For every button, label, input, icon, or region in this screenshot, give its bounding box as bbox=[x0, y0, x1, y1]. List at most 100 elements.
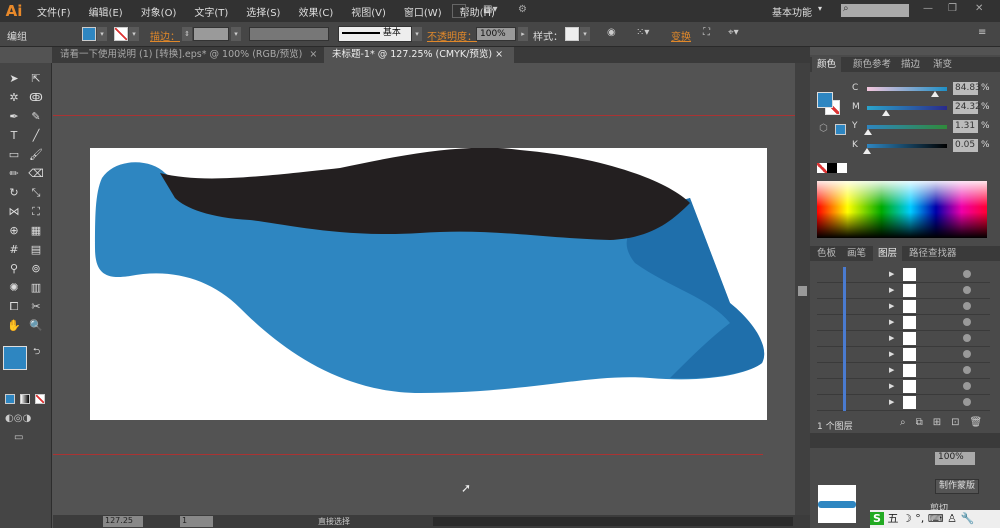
expand-arrow-icon[interactable]: ▶ bbox=[889, 398, 894, 406]
tab-swatches[interactable]: 色板 bbox=[812, 246, 841, 261]
target-icon[interactable] bbox=[963, 286, 971, 294]
stroke-weight-stepper[interactable]: ⇕ bbox=[182, 27, 192, 41]
slider-thumb[interactable] bbox=[863, 148, 872, 154]
target-icon[interactable] bbox=[963, 350, 971, 358]
tab-color[interactable]: 颜色 bbox=[812, 57, 842, 72]
opacity-dropdown[interactable]: ▸ bbox=[518, 27, 528, 41]
hand-tool-icon[interactable]: ✋ bbox=[6, 318, 22, 334]
pen-tool-icon[interactable]: ✒ bbox=[6, 109, 22, 125]
slider-value-input[interactable]: 1.31 bbox=[953, 120, 978, 133]
color-mode-icon[interactable] bbox=[5, 394, 15, 404]
expand-arrow-icon[interactable]: ▶ bbox=[889, 318, 894, 326]
artboard[interactable] bbox=[90, 147, 767, 420]
bridge-icon[interactable] bbox=[452, 4, 466, 18]
target-icon[interactable] bbox=[963, 334, 971, 342]
target-icon[interactable] bbox=[963, 398, 971, 406]
slice-tool-icon[interactable]: ✂ bbox=[28, 299, 44, 315]
expand-arrow-icon[interactable]: ▶ bbox=[889, 366, 894, 374]
target-icon[interactable] bbox=[963, 366, 971, 374]
gradient-tool-icon[interactable]: ▤ bbox=[28, 242, 44, 258]
white-swatch[interactable] bbox=[837, 163, 847, 173]
tab-brushes[interactable]: 画笔 bbox=[842, 246, 871, 261]
expand-arrow-icon[interactable]: ▶ bbox=[889, 382, 894, 390]
menu-effect[interactable]: 效果(C) bbox=[289, 4, 342, 19]
brush-definition[interactable]: 基本 bbox=[338, 26, 412, 42]
rotate-tool-icon[interactable]: ↻ bbox=[6, 185, 22, 201]
workspace-dropdown-icon[interactable]: ▾ bbox=[818, 4, 822, 13]
black-swatch[interactable] bbox=[827, 163, 837, 173]
stroke-label[interactable]: 描边： bbox=[150, 28, 180, 43]
tab-gradient[interactable]: 渐变 bbox=[928, 57, 957, 72]
slider-thumb[interactable] bbox=[930, 91, 939, 97]
layer-actions[interactable]: ⌕⧉⊞⊡🗑 bbox=[900, 417, 992, 428]
canvas[interactable]: ➚ bbox=[53, 63, 795, 515]
make-mask-button[interactable]: 制作蒙版 bbox=[935, 479, 979, 494]
menu-edit[interactable]: 编辑(E) bbox=[80, 4, 132, 19]
mesh-tool-icon[interactable]: # bbox=[6, 242, 22, 258]
style-dropdown[interactable]: ▾ bbox=[580, 27, 590, 41]
selection-tool-icon[interactable]: ➤ bbox=[6, 71, 22, 87]
close-tab-icon[interactable]: × bbox=[495, 49, 503, 60]
artboard-tool-icon[interactable]: ⧠ bbox=[6, 299, 22, 315]
ime-icons[interactable]: ☽ °, ⌨ ♙ 🔧 bbox=[902, 512, 974, 525]
drawing-mode-icon[interactable]: ◐◎◑ bbox=[5, 413, 31, 424]
symbol-sprayer-tool-icon[interactable]: ✺ bbox=[6, 280, 22, 296]
target-icon[interactable] bbox=[963, 270, 971, 278]
target-icon[interactable] bbox=[963, 382, 971, 390]
opacity-input[interactable]: 100% bbox=[476, 27, 516, 41]
tab-pathfinder[interactable]: 路径查找器 bbox=[904, 246, 962, 261]
transparency-opacity-input[interactable]: 100% bbox=[935, 452, 975, 465]
none-mode-icon[interactable] bbox=[35, 394, 45, 404]
workspace-switcher[interactable]: 基本功能 bbox=[772, 4, 812, 19]
ime-mode-label[interactable]: 五 bbox=[887, 512, 898, 525]
zoom-tool-icon[interactable]: 🔍 bbox=[28, 318, 44, 334]
pencil-tool-icon[interactable]: ✏ bbox=[6, 166, 22, 182]
rectangle-tool-icon[interactable]: ▭ bbox=[6, 147, 22, 163]
fill-color-box[interactable] bbox=[3, 346, 27, 370]
menu-window[interactable]: 窗口(W) bbox=[395, 4, 451, 19]
sync-icon[interactable]: ⚙ bbox=[518, 4, 527, 15]
graphic-style-swatch[interactable] bbox=[565, 27, 579, 41]
line-tool-icon[interactable]: ╱ bbox=[28, 128, 44, 144]
slider-track[interactable] bbox=[867, 125, 947, 129]
column-graph-tool-icon[interactable]: ▥ bbox=[28, 280, 44, 296]
tab-stroke[interactable]: 描边 bbox=[896, 57, 925, 72]
artboard-number-input[interactable]: 1 bbox=[180, 516, 213, 527]
layer-row[interactable]: ▶ bbox=[817, 347, 990, 363]
layer-row[interactable]: ▶ bbox=[817, 315, 990, 331]
menu-type[interactable]: 文字(T) bbox=[185, 4, 237, 19]
horizontal-scrollbar[interactable] bbox=[433, 517, 793, 526]
tab-color-guide[interactable]: 颜色参考 bbox=[848, 57, 896, 72]
target-icon[interactable] bbox=[963, 318, 971, 326]
lasso-tool-icon[interactable]: ↂ bbox=[28, 90, 44, 106]
swap-colors-icon[interactable]: ⮌ bbox=[33, 344, 40, 360]
direct-selection-tool-icon[interactable]: ⇱ bbox=[28, 71, 44, 87]
ime-toolbar[interactable]: S 五 ☽ °, ⌨ ♙ 🔧 bbox=[870, 510, 1000, 528]
expand-arrow-icon[interactable]: ▶ bbox=[889, 270, 894, 278]
layer-row[interactable]: ▶ bbox=[817, 331, 990, 347]
doc-tab-1[interactable]: 请看一下使用说明 (1) [转换].eps* @ 100% (RGB/预览) × bbox=[52, 47, 317, 63]
gradient-mode-icon[interactable] bbox=[20, 394, 30, 404]
doc-tab-2[interactable]: 未标题-1* @ 127.25% (CMYK/预览) × bbox=[324, 47, 514, 63]
layer-row[interactable]: ▶ bbox=[817, 363, 990, 379]
type-tool-icon[interactable]: T bbox=[6, 128, 22, 144]
brush-dropdown[interactable]: ▾ bbox=[412, 27, 422, 41]
artwork[interactable] bbox=[90, 147, 767, 420]
zoom-input[interactable]: 127.25 bbox=[103, 516, 143, 527]
paintbrush-tool-icon[interactable]: 🖌 bbox=[28, 147, 44, 163]
none-swatch[interactable] bbox=[817, 163, 827, 173]
fill-dropdown[interactable]: ▾ bbox=[97, 27, 107, 41]
close-tab-icon[interactable]: × bbox=[309, 49, 317, 60]
scroll-thumb[interactable] bbox=[798, 286, 807, 296]
stroke-dropdown[interactable]: ▾ bbox=[129, 27, 139, 41]
layer-row[interactable]: ▶ bbox=[817, 299, 990, 315]
width-tool-icon[interactable]: ⋈ bbox=[6, 204, 22, 220]
slider-value-input[interactable]: 84.83 bbox=[953, 82, 981, 95]
color-spectrum[interactable] bbox=[817, 181, 987, 238]
expand-arrow-icon[interactable]: ▶ bbox=[889, 286, 894, 294]
menu-view[interactable]: 视图(V) bbox=[342, 4, 395, 19]
scale-tool-icon[interactable]: ⤡ bbox=[28, 185, 44, 201]
expand-arrow-icon[interactable]: ▶ bbox=[889, 334, 894, 342]
free-transform-tool-icon[interactable]: ⛶ bbox=[28, 204, 44, 220]
expand-arrow-icon[interactable]: ▶ bbox=[889, 302, 894, 310]
